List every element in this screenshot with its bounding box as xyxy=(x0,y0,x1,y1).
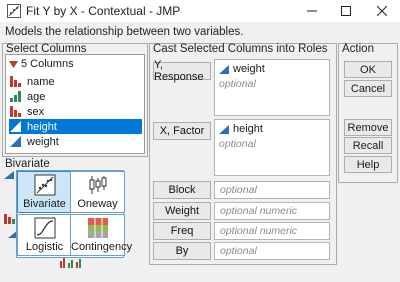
by-button[interactable]: By xyxy=(153,242,211,260)
boxplot-icon xyxy=(89,176,107,194)
tile-contingency[interactable]: Contingency xyxy=(70,214,133,256)
continuous-icon xyxy=(10,136,21,147)
remove-button[interactable]: Remove xyxy=(344,119,392,136)
disclosure-triangle-icon xyxy=(9,60,18,68)
column-item-sex[interactable]: sex xyxy=(9,104,142,119)
cancel-button[interactable]: Cancel xyxy=(344,80,392,97)
continuous-icon xyxy=(219,124,229,134)
tile-label: Oneway xyxy=(77,198,118,210)
y-response-button[interactable]: Y, Response xyxy=(153,59,211,83)
column-label: name xyxy=(27,75,55,88)
freq-field[interactable]: optional numeric xyxy=(214,222,330,240)
logistic-curve-icon xyxy=(34,217,56,239)
column-item-name[interactable]: name xyxy=(9,74,142,89)
continuous-icon xyxy=(10,121,21,132)
column-label: weight xyxy=(27,135,59,148)
column-item-height[interactable]: height xyxy=(9,119,142,134)
freq-button[interactable]: Freq xyxy=(153,222,211,240)
block-button[interactable]: Block xyxy=(153,181,211,199)
scatterplot-icon xyxy=(34,174,56,196)
column-label: age xyxy=(27,90,46,103)
ordinal-icon xyxy=(10,91,21,102)
close-button[interactable] xyxy=(364,0,400,22)
tile-bivariate[interactable]: Bivariate xyxy=(17,171,72,213)
mosaic-plot-icon xyxy=(88,218,108,238)
recall-button[interactable]: Recall xyxy=(344,137,392,154)
ok-button[interactable]: OK xyxy=(344,61,392,78)
tile-oneway[interactable]: Oneway xyxy=(70,171,125,213)
minimize-icon xyxy=(307,10,317,12)
column-item-weight[interactable]: weight xyxy=(9,134,142,149)
column-label: sex xyxy=(27,105,45,118)
tile-label: Logistic xyxy=(25,241,64,253)
maximize-button[interactable] xyxy=(328,0,364,22)
x-factor-value: height xyxy=(219,123,263,135)
cast-roles-title: Cast Selected Columns into Roles xyxy=(153,43,328,55)
close-icon xyxy=(377,6,387,16)
y-response-value: weight xyxy=(219,63,265,75)
jmp-scatter-icon xyxy=(7,4,21,18)
title-bar: Fit Y by X - Contextual - JMP xyxy=(0,0,400,22)
nominal-icon xyxy=(10,106,21,117)
window-description: Models the relationship between two vari… xyxy=(5,26,244,38)
nominal-icon xyxy=(4,214,15,224)
window-title: Fit Y by X - Contextual - JMP xyxy=(26,4,181,18)
minimize-button[interactable] xyxy=(294,0,330,22)
y-response-column: weight xyxy=(233,63,265,75)
tile-label: Bivariate xyxy=(23,198,66,210)
tile-logistic[interactable]: Logistic xyxy=(17,214,72,256)
continuous-icon xyxy=(4,171,14,179)
tile-label: Contingency xyxy=(71,241,133,253)
x-factor-column: height xyxy=(233,123,263,135)
column-item-age[interactable]: age xyxy=(9,89,142,104)
continuous-icon xyxy=(219,64,229,74)
weight-field[interactable]: optional numeric xyxy=(214,202,330,220)
platform-title: Bivariate xyxy=(5,158,50,170)
action-title: Action xyxy=(342,43,374,55)
weight-button[interactable]: Weight xyxy=(153,202,211,220)
column-count-label: 5 Columns xyxy=(21,58,74,70)
x-factor-field[interactable]: height optional xyxy=(214,119,330,176)
column-list: 5 Columns name age sex height weight xyxy=(5,54,145,154)
block-field[interactable]: optional xyxy=(214,181,330,199)
nominal-icon xyxy=(10,76,21,87)
y-response-field[interactable]: weight optional xyxy=(214,59,330,116)
column-label: height xyxy=(27,120,57,133)
y-response-hint: optional xyxy=(219,78,256,90)
help-button[interactable]: Help xyxy=(344,156,392,173)
by-field[interactable]: optional xyxy=(214,242,330,260)
x-factor-hint: optional xyxy=(219,138,256,150)
maximize-icon xyxy=(341,6,351,16)
column-count-header[interactable]: 5 Columns xyxy=(9,58,74,70)
tile-type-icons xyxy=(60,258,81,268)
x-factor-button[interactable]: X, Factor xyxy=(153,122,211,140)
